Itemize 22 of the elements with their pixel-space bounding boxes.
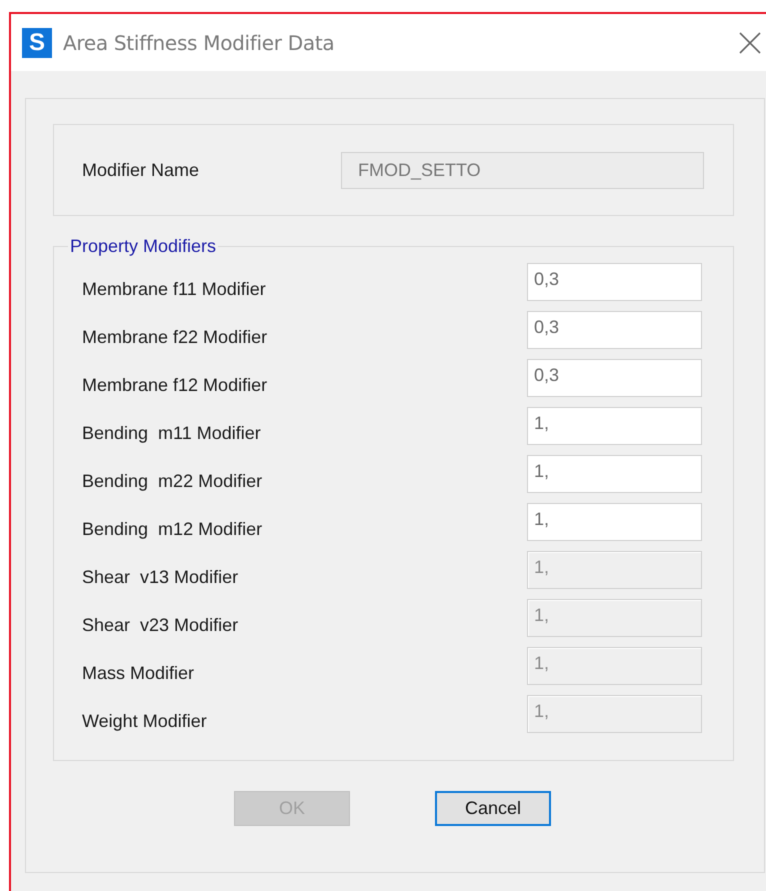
field-label: Membrane f22 Modifier bbox=[82, 326, 268, 348]
field-label: Bending m12 Modifier bbox=[82, 518, 262, 540]
input-field[interactable]: 1, bbox=[527, 407, 702, 445]
field-label: Membrane f12 Modifier bbox=[82, 374, 268, 396]
field-label: Shear v13 Modifier bbox=[82, 566, 238, 588]
dialog-button[interactable]: Cancel bbox=[435, 791, 551, 826]
field-label: Weight Modifier bbox=[82, 710, 207, 732]
close-icon[interactable] bbox=[739, 32, 761, 54]
app-icon: S bbox=[22, 28, 52, 58]
group-title: Property Modifiers bbox=[69, 236, 218, 257]
input-field[interactable]: 1, bbox=[527, 503, 702, 541]
window-title: Area Stiffness Modifier Data bbox=[63, 30, 334, 54]
field-label: Shear v23 Modifier bbox=[82, 614, 238, 636]
field-label: Modifier Name bbox=[82, 160, 200, 180]
input-field[interactable]: 1, bbox=[527, 455, 702, 493]
input-field[interactable]: 0,3 bbox=[527, 311, 702, 349]
input-field[interactable]: 0,3 bbox=[527, 263, 702, 301]
field-label: Mass Modifier bbox=[82, 662, 194, 684]
field-label: Membrane f11 Modifier bbox=[82, 278, 266, 300]
field-label: Bending m22 Modifier bbox=[82, 470, 262, 492]
input-field[interactable]: 0,3 bbox=[527, 359, 702, 397]
field-label: Bending m11 Modifier bbox=[82, 422, 261, 444]
